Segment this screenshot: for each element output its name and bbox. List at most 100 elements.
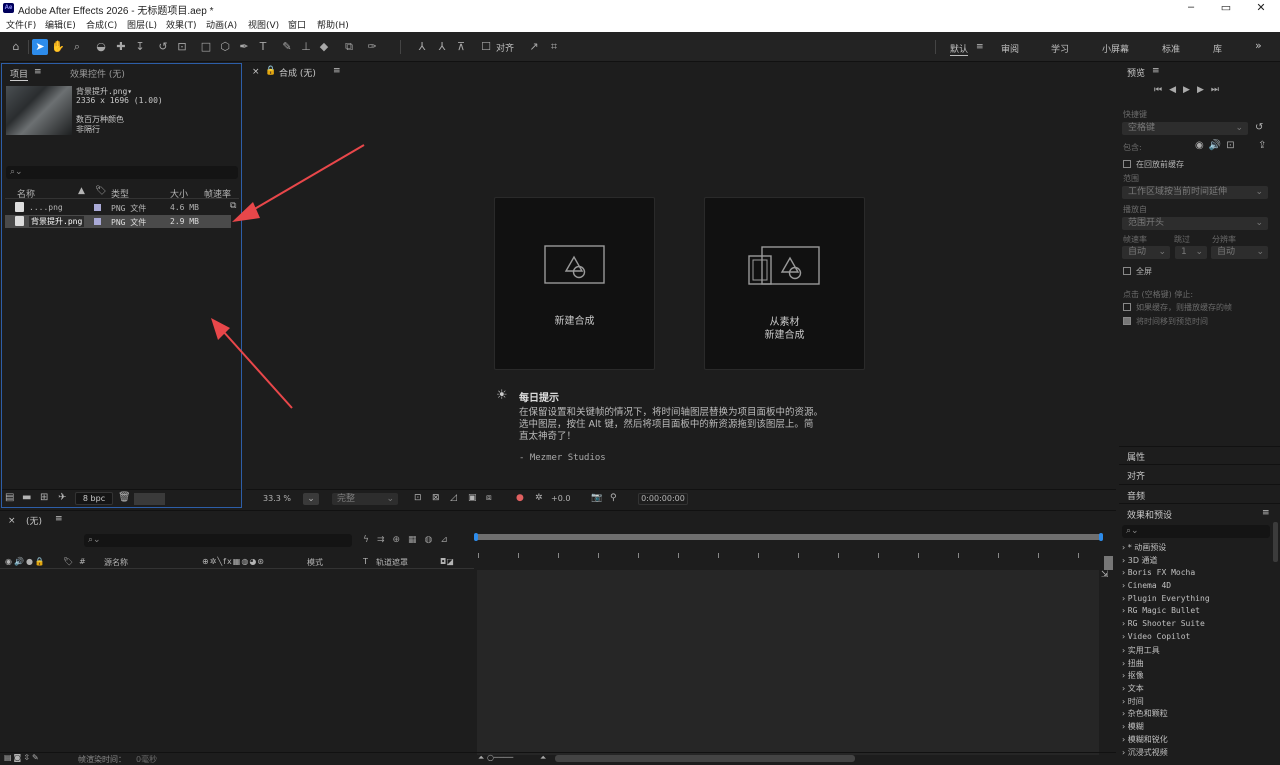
anchor-tool-icon[interactable]: ⊡: [174, 39, 190, 55]
work-area-bar[interactable]: [474, 533, 1103, 541]
effects-item[interactable]: › Video Copilot: [1122, 632, 1190, 641]
effects-presets-title[interactable]: 效果和预设: [1127, 508, 1172, 521]
project-row-selected[interactable]: 背景提升.png PNG 文件 2.9 MB: [5, 215, 231, 228]
project-panel-menu-icon[interactable]: ≡: [34, 67, 42, 77]
show-snapshot-icon[interactable]: ⚲: [610, 493, 617, 503]
snap-grid-icon[interactable]: ⌗: [546, 39, 562, 55]
workspace-learn[interactable]: 学习: [1051, 42, 1069, 55]
new-from-footage-card[interactable]: 从素材 新建合成: [704, 197, 865, 370]
zoom-dropdown-icon[interactable]: ⌄: [303, 493, 319, 505]
snap-extend-icon[interactable]: ↗: [526, 39, 542, 55]
flowchart-icon[interactable]: ⧉: [230, 201, 236, 211]
close-timeline-icon[interactable]: ×: [8, 516, 16, 526]
zoom-in-icon[interactable]: ⏶: [540, 753, 546, 763]
tab-project[interactable]: 项目: [10, 67, 29, 81]
cache-before-checkbox[interactable]: 在回放前缓存: [1123, 159, 1184, 170]
orbit-camera-icon[interactable]: ◒: [93, 39, 109, 55]
pan-camera-icon[interactable]: ✚: [113, 39, 129, 55]
shortcut-dropdown[interactable]: 空格键 ⌄: [1122, 122, 1248, 135]
col-framerate[interactable]: 帧速率: [204, 187, 231, 200]
draft-3d-icon[interactable]: ϟ: [363, 535, 377, 545]
close-icon[interactable]: ✕: [1254, 1, 1268, 14]
menu-composition[interactable]: 合成(C): [86, 18, 117, 31]
prev-frame-icon[interactable]: ◀: [1169, 85, 1183, 95]
3d-view-icon[interactable]: ⧈: [486, 493, 492, 503]
work-area-end-handle[interactable]: [1099, 533, 1103, 541]
effects-item[interactable]: › Boris FX Mocha: [1122, 568, 1195, 577]
eraser-tool-icon[interactable]: ◆: [316, 39, 332, 55]
home-icon[interactable]: ⌂: [8, 39, 24, 55]
timeline-scroll-thumb[interactable]: [1104, 556, 1113, 570]
project-row[interactable]: ....png PNG 文件 4.6 MB: [5, 201, 233, 214]
frame-blend-icon[interactable]: ⊕: [392, 535, 408, 545]
zoom-value[interactable]: 33.3 %: [263, 494, 291, 503]
new-composition-card[interactable]: 新建合成: [494, 197, 655, 370]
hand-tool-icon[interactable]: ✋: [50, 39, 66, 55]
motion-blur-icon[interactable]: ▦: [408, 535, 425, 545]
col-size[interactable]: 大小: [170, 187, 188, 200]
menu-file[interactable]: 文件(F): [6, 18, 36, 31]
3d-shape-icon[interactable]: ⬡: [217, 39, 233, 55]
menu-view[interactable]: 视图(V): [248, 18, 279, 31]
effects-item[interactable]: › RG Magic Bullet: [1122, 606, 1200, 615]
region-interest-icon[interactable]: ⊡: [414, 493, 422, 503]
source-name-col[interactable]: 源名称: [104, 557, 128, 568]
menu-animation[interactable]: 动画(A): [206, 18, 237, 31]
text-tool-icon[interactable]: T: [255, 39, 271, 55]
include-audio-icon[interactable]: 🔊: [1209, 140, 1226, 151]
workspace-overflow-icon[interactable]: »: [1255, 39, 1262, 52]
effects-item[interactable]: › RG Shooter Suite: [1122, 619, 1205, 628]
dolly-camera-icon[interactable]: ↧: [132, 39, 148, 55]
menu-layer[interactable]: 图层(L): [127, 18, 157, 31]
guides-icon[interactable]: ▣: [468, 493, 477, 503]
timeline-track-area[interactable]: [477, 570, 1099, 755]
mask-path-icon[interactable]: ◿: [450, 493, 457, 503]
comp-marker-icon[interactable]: ⇲: [1101, 570, 1109, 580]
timeline-menu-icon[interactable]: ≡: [55, 514, 63, 524]
audio-panel-header[interactable]: 音频: [1119, 484, 1280, 502]
workspace-default[interactable]: 默认: [950, 42, 969, 56]
include-overlays-icon[interactable]: ⊡: [1226, 140, 1239, 151]
clone-stamp-icon[interactable]: ⊥: [298, 39, 314, 55]
rotate-tool-icon[interactable]: ↺: [155, 39, 171, 55]
workspace-small-screen[interactable]: 小屏幕: [1102, 42, 1129, 55]
minimize-icon[interactable]: –: [1184, 1, 1198, 13]
snapping-checkbox-icon[interactable]: ☐: [478, 39, 494, 55]
new-folder-icon[interactable]: ▬: [22, 492, 31, 503]
exposure-value[interactable]: +0.0: [551, 494, 570, 503]
effects-item[interactable]: › 3D 通道: [1122, 555, 1158, 566]
fps-dropdown[interactable]: 自动 ⌄: [1122, 246, 1170, 259]
brush-tool-icon[interactable]: ✎: [279, 39, 295, 55]
move-time-checkbox[interactable]: 将时间移到预览时间: [1123, 316, 1208, 327]
label-color-swatch[interactable]: [94, 204, 101, 211]
footer-toggle-icons[interactable]: ▤◙⇳✎: [4, 753, 41, 762]
close-tab-icon[interactable]: ×: [252, 67, 260, 77]
effects-item[interactable]: › 时间: [1122, 696, 1144, 707]
next-frame-icon[interactable]: ▶: [1197, 85, 1211, 95]
effects-search-input[interactable]: ⌕⌄: [1122, 525, 1270, 538]
effects-item[interactable]: › 实用工具: [1122, 645, 1160, 656]
effects-item[interactable]: › 杂色和颗粒: [1122, 708, 1168, 719]
effects-item[interactable]: › * 动画预设: [1122, 542, 1166, 553]
effects-item[interactable]: › 模糊和锐化: [1122, 734, 1168, 745]
maximize-icon[interactable]: ▭: [1219, 1, 1233, 14]
color-channels-icon[interactable]: ●: [516, 493, 524, 503]
transparency-grid-icon[interactable]: ⊠: [432, 493, 440, 503]
color-management-icon[interactable]: ✲: [535, 493, 543, 503]
comp-panel-menu-icon[interactable]: ≡: [333, 66, 341, 76]
roto-brush-icon[interactable]: ⧉: [341, 39, 357, 55]
render-queue-icon[interactable]: ✈: [58, 492, 66, 503]
fullscreen-checkbox[interactable]: 全屏: [1123, 266, 1152, 277]
effects-scrollbar[interactable]: [1273, 522, 1278, 562]
reset-icon[interactable]: ↺: [1255, 122, 1263, 133]
first-frame-icon[interactable]: ⏮: [1154, 85, 1169, 95]
col-type[interactable]: 类型: [111, 187, 129, 200]
local-axis-icon[interactable]: ⅄: [414, 39, 430, 55]
resolution-dropdown[interactable]: 完整 ⌄: [332, 493, 398, 505]
range-dropdown[interactable]: 工作区域按当前时间延伸 ⌄: [1122, 186, 1268, 199]
new-comp-icon[interactable]: ⊞: [40, 492, 48, 503]
tab-effect-controls[interactable]: 效果控件 (无): [70, 67, 125, 80]
play-icon[interactable]: ▶: [1183, 85, 1197, 95]
track-matte-col[interactable]: 轨道遮罩: [376, 557, 408, 568]
effects-item[interactable]: › 文本: [1122, 683, 1144, 694]
